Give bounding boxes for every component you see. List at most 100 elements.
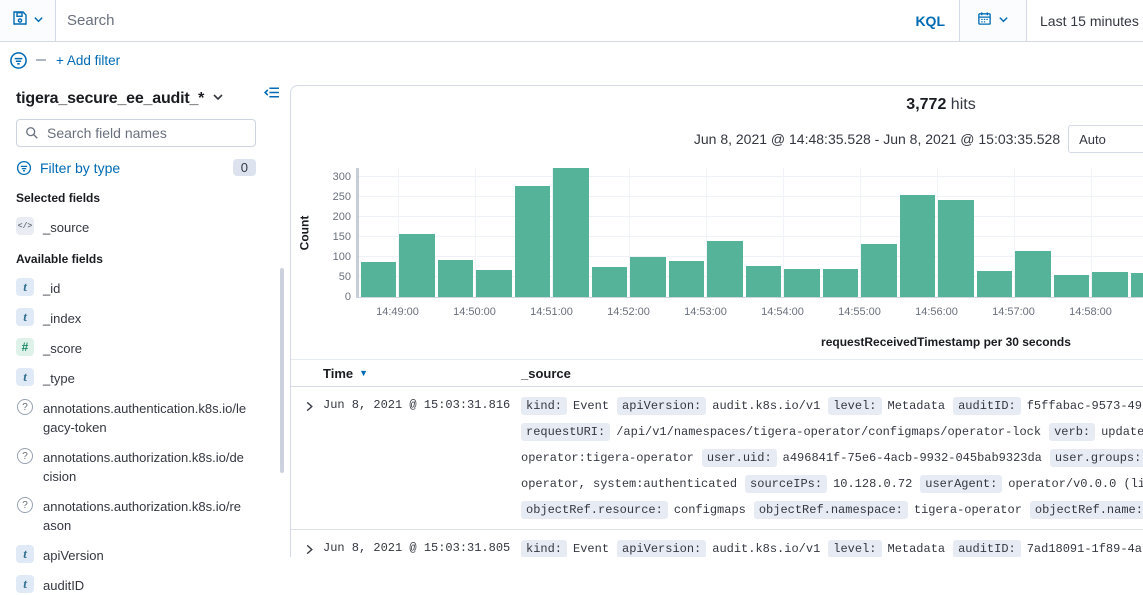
collapse-sidebar-button[interactable]	[263, 85, 280, 105]
x-tick-label: 14:52:00	[589, 306, 669, 318]
field-name: _source	[43, 217, 248, 237]
histogram-bar-14:51:00[interactable]	[553, 168, 589, 297]
x-tick-label: 14:57:00	[974, 306, 1054, 318]
field-value: Metadata	[888, 542, 946, 556]
column-header-source: _source	[521, 366, 571, 381]
row-timestamp: Jun 8, 2021 @ 15:03:31.816	[323, 393, 521, 523]
y-tick-label: 150	[311, 231, 351, 243]
unknown-type-icon: ?	[17, 399, 33, 415]
x-tick-label: 14:51:00	[512, 306, 592, 318]
field-key-badge: userAgent:	[920, 475, 1002, 493]
kql-toggle[interactable]: KQL	[901, 13, 959, 29]
save-icon	[12, 10, 28, 31]
field-value: f5ffabac-9573-4918-a	[1027, 399, 1143, 413]
field-key-badge: level:	[828, 397, 881, 415]
quick-select-button[interactable]	[960, 0, 1027, 41]
x-tick-label: 14:49:00	[358, 306, 438, 318]
filter-icon[interactable]	[9, 51, 28, 70]
filter-by-type-button[interactable]: Filter by type 0	[16, 159, 256, 176]
histogram-bar-14:52:30[interactable]	[669, 261, 705, 297]
expand-row-button[interactable]	[291, 393, 323, 523]
field-key-badge: objectRef.namespace:	[754, 501, 908, 519]
field-name: _index	[43, 308, 248, 328]
histogram-bar-14:48:30[interactable]	[361, 262, 397, 297]
column-header-time[interactable]: Time ▼	[323, 366, 521, 381]
field-item-_source[interactable]: </>_source	[16, 217, 270, 237]
field-key-badge: sourceIPs:	[745, 475, 827, 493]
histogram-bar-14:52:00[interactable]	[630, 257, 666, 297]
chart-header: Jun 8, 2021 @ 14:48:35.528 - Jun 8, 2021…	[291, 125, 1143, 153]
histogram-bar-14:55:30[interactable]	[900, 195, 936, 297]
y-tick-label: 50	[311, 271, 351, 283]
field-name: annotations.authorization.k8s.io/decisio…	[43, 447, 248, 486]
table-body: Jun 8, 2021 @ 15:03:31.816kind:EventapiV…	[291, 387, 1143, 557]
field-value: audit.k8s.io/v1	[712, 542, 820, 556]
interval-select[interactable]: Auto	[1068, 125, 1143, 153]
documents-table: Time ▼ _source Jun 8, 2021 @ 15:03:31.81…	[291, 359, 1143, 557]
histogram-bar-14:53:30[interactable]	[746, 266, 782, 297]
histogram-bar-14:56:00[interactable]	[938, 200, 974, 297]
histogram-bar-14:54:30[interactable]	[823, 269, 859, 297]
field-item-auditID[interactable]: tauditID	[16, 575, 270, 595]
row-timestamp: Jun 8, 2021 @ 15:03:31.805	[323, 536, 521, 557]
gridline	[359, 196, 1143, 197]
index-pattern-switcher[interactable]: tigera_secure_ee_audit_*	[16, 90, 270, 108]
field-item-annotations-authentication-k8s-io-legacy-token[interactable]: ? annotations.authentication.k8s.io/legac…	[16, 398, 270, 437]
search-icon	[25, 126, 39, 140]
field-value: configmaps	[674, 503, 746, 517]
field-value: /api/v1/namespaces/tigera-operator/confi…	[616, 425, 1041, 439]
field-item-_score[interactable]: #_score	[16, 338, 270, 358]
field-search-input[interactable]	[16, 119, 256, 147]
field-key-badge: objectRef.name:	[1030, 501, 1143, 519]
y-tick-label: 250	[311, 191, 351, 203]
histogram-bar-14:54:00[interactable]	[784, 269, 820, 297]
available-fields-heading: Available fields	[16, 252, 270, 266]
histogram-bar-14:57:30[interactable]	[1054, 275, 1090, 297]
field-item-annotations-authorization-k8s-io-reason[interactable]: ?annotations.authorization.k8s.io/reason	[16, 496, 270, 535]
field-name: _id	[43, 278, 248, 298]
expand-row-button[interactable]	[291, 536, 323, 557]
field-key-badge: auditID:	[953, 397, 1021, 415]
source-line: operator, system:authenticated sourceIPs:…	[521, 471, 1143, 497]
y-tick-label: 0	[311, 291, 351, 303]
field-item-annotations-authorization-k8s-io-decision[interactable]: ?annotations.authorization.k8s.io/decisi…	[16, 447, 270, 486]
field-key-badge: requestURI:	[521, 423, 610, 441]
histogram-plot: 05010015020025030014:49:0014:50:0014:51:…	[356, 168, 1143, 298]
filter-by-type-label: Filter by type	[40, 160, 120, 176]
add-filter-button[interactable]: + Add filter	[56, 53, 120, 68]
filter-divider	[36, 59, 46, 61]
chart-time-range: Jun 8, 2021 @ 14:48:35.528 - Jun 8, 2021…	[694, 131, 1060, 147]
field-value: 7ad18091-1f89-4a97-	[1027, 542, 1143, 556]
field-value: operator, system:authenticated	[521, 477, 737, 491]
x-axis-title: requestReceivedTimestamp per 30 seconds	[356, 335, 1143, 349]
time-range-button[interactable]: Last 15 minutes	[1027, 13, 1139, 29]
histogram-bar-14:50:30[interactable]	[515, 186, 551, 297]
histogram-bar-14:58:30[interactable]	[1131, 273, 1143, 297]
sidebar-scrollbar[interactable]	[280, 268, 284, 473]
histogram-bar-14:50:00[interactable]	[476, 270, 512, 297]
selected-fields-list: </>_source	[16, 217, 270, 237]
results-panel: 3,772 hits Jun 8, 2021 @ 14:48:35.528 - …	[290, 85, 1143, 557]
field-value: Event	[573, 399, 609, 413]
saved-query-button[interactable]	[0, 0, 56, 41]
field-name: annotations.authorization.k8s.io/reason	[43, 496, 248, 535]
field-item-apiVersion[interactable]: tapiVersion	[16, 545, 270, 565]
gridline	[359, 176, 1143, 177]
gridline	[359, 236, 1143, 237]
field-value: update	[1101, 425, 1143, 439]
histogram-bar-14:58:00[interactable]	[1092, 272, 1128, 297]
search-input[interactable]	[56, 12, 901, 29]
histogram-bar-14:53:00[interactable]	[707, 241, 743, 297]
histogram-bar-14:56:30[interactable]	[977, 271, 1013, 297]
histogram-bar-14:57:00[interactable]	[1015, 251, 1051, 297]
discover-content: tigera_secure_ee_audit_* Filter by type …	[0, 78, 1143, 557]
field-item-_id[interactable]: t_id	[16, 278, 270, 298]
histogram-bar-14:49:30[interactable]	[438, 260, 474, 297]
field-name: _score	[43, 338, 248, 358]
histogram-bar-14:55:00[interactable]	[861, 244, 897, 297]
histogram-bar-14:51:30[interactable]	[592, 267, 628, 297]
field-name: annotations.authentication.k8s.io/legacy…	[43, 398, 248, 437]
field-item-_type[interactable]: t_type	[16, 368, 270, 388]
field-item-_index[interactable]: t_index	[16, 308, 270, 328]
histogram-bar-14:49:00[interactable]	[399, 234, 435, 297]
